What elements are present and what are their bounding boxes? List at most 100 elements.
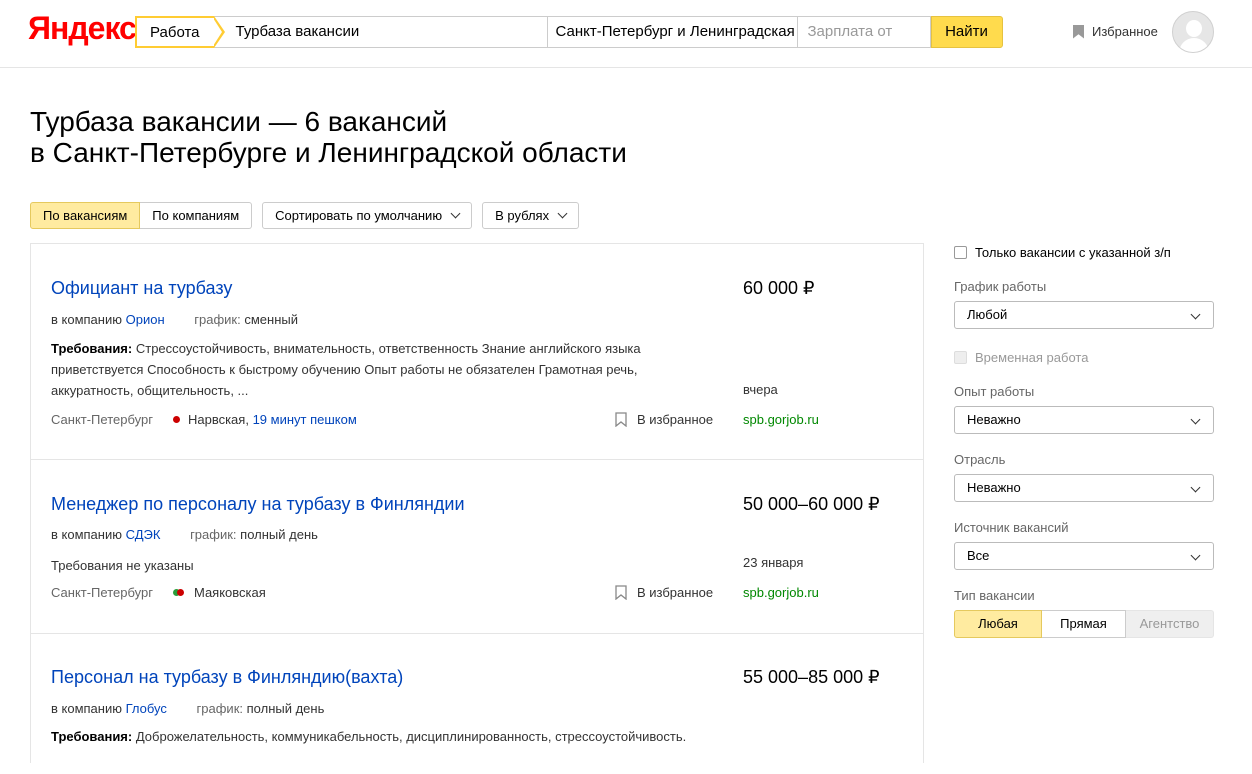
- type-any-button[interactable]: Любая: [954, 610, 1042, 638]
- add-to-favorites-label: В избранное: [637, 412, 714, 427]
- vacancy-card: Менеджер по персоналу на турбазу в Финля…: [31, 460, 923, 634]
- schedule-label: график:: [196, 701, 243, 716]
- sort-dropdown[interactable]: Сортировать по умолчанию: [262, 202, 473, 229]
- salary-only-checkbox[interactable]: [954, 246, 967, 259]
- requirements-text: Стрессоустойчивость, внимательность, отв…: [51, 341, 641, 398]
- source-link[interactable]: spb.gorjob.ru: [743, 412, 819, 427]
- metro-icon: [172, 416, 180, 423]
- type-agency-button[interactable]: Агентство: [1126, 610, 1214, 638]
- add-to-favorites-label: В избранное: [637, 585, 714, 600]
- chevron-down-icon: [1190, 482, 1201, 493]
- experience-select[interactable]: Неважно: [954, 406, 1214, 434]
- metro-transfer-icon: [172, 589, 184, 596]
- chevron-down-icon: [557, 208, 568, 219]
- vacancy-meta: в компанию Орион график: сменный: [51, 312, 298, 327]
- avatar[interactable]: [1172, 11, 1214, 53]
- chevron-down-icon: [1190, 414, 1201, 425]
- avatar-head-icon: [1186, 20, 1202, 37]
- schedule-select-value: Любой: [967, 307, 1008, 322]
- schedule-value: полный день: [240, 527, 318, 542]
- walk-time-link[interactable]: 19 минут пешком: [253, 412, 357, 427]
- metro-name: Маяковская: [193, 585, 266, 600]
- region-input[interactable]: Санкт-Петербург и Ленинградская: [547, 16, 798, 48]
- vacancy-title-link[interactable]: Персонал на турбазу в Финляндию(вахта): [51, 667, 403, 688]
- company-prefix: в компанию: [51, 312, 122, 327]
- industry-select[interactable]: Неважно: [954, 474, 1214, 502]
- find-button[interactable]: Найти: [930, 16, 1003, 48]
- schedule-value: полный день: [246, 701, 325, 716]
- vacancy-title-link[interactable]: Менеджер по персоналу на турбазу в Финля…: [51, 494, 465, 515]
- temporary-label: Временная работа: [975, 350, 1089, 365]
- source-link[interactable]: spb.gorjob.ru: [743, 585, 819, 600]
- company-link[interactable]: Глобус: [126, 701, 167, 716]
- requirements-label: Требования:: [51, 341, 133, 356]
- schedule-label: график:: [194, 312, 241, 327]
- type-filter-label: Тип вакансии: [954, 588, 1035, 603]
- schedule-select[interactable]: Любой: [954, 301, 1214, 329]
- vacancy-salary: 60 000 ₽: [743, 278, 815, 298]
- bookmark-outline-icon: [615, 585, 627, 600]
- source-filter-label: Источник вакансий: [954, 520, 1069, 535]
- logo-text: Яндекс: [28, 10, 137, 46]
- company-link[interactable]: Орион: [126, 312, 165, 327]
- temporary-filter[interactable]: Временная работа: [954, 350, 1088, 365]
- salary-only-filter[interactable]: Только вакансии с указанной з/п: [954, 245, 1171, 260]
- metro-name: Нарвская,: [187, 412, 249, 427]
- bookmark-outline-icon: [615, 412, 627, 427]
- vacancy-list: Официант на турбазу 60 000 ₽ в компанию …: [30, 243, 924, 763]
- company-link[interactable]: СДЭК: [126, 527, 161, 542]
- avatar-body-icon: [1179, 38, 1209, 52]
- by-companies-button[interactable]: По компаниям: [140, 202, 253, 229]
- chevron-down-icon: [450, 208, 461, 219]
- vacancy-meta: в компанию Глобус график: полный день: [51, 701, 324, 716]
- view-switch: По вакансиям По компаниям: [30, 202, 253, 229]
- source-select-value: Все: [967, 548, 990, 563]
- page-title-line2: в Санкт-Петербурге и Ленинградской облас…: [30, 137, 627, 168]
- yandex-logo[interactable]: Яндекс: [28, 10, 137, 47]
- list-controls: По вакансиям По компаниям Сортировать по…: [30, 202, 580, 229]
- by-vacancies-button[interactable]: По вакансиям: [30, 202, 141, 229]
- currency-dropdown[interactable]: В рублях: [482, 202, 580, 229]
- page-title-line1: Турбаза вакансии — 6 вакансий: [30, 106, 448, 137]
- chevron-down-icon: [1190, 309, 1201, 320]
- bookmark-icon: [1073, 24, 1084, 39]
- industry-filter-label: Отрасль: [954, 452, 1006, 467]
- vacancy-title-link[interactable]: Официант на турбазу: [51, 278, 232, 299]
- metro-station: Нарвская, 19 минут пешком: [172, 412, 357, 427]
- temporary-checkbox[interactable]: [954, 351, 967, 364]
- add-to-favorites-button[interactable]: В избранное: [615, 585, 713, 600]
- favorites-link[interactable]: Избранное: [1073, 24, 1158, 39]
- type-direct-button[interactable]: Прямая: [1042, 610, 1126, 638]
- search-bar: Работа Турбаза вакансии Санкт-Петербург …: [135, 16, 1003, 48]
- city: Санкт-Петербург: [51, 585, 153, 600]
- currency-label: В рублях: [495, 208, 550, 223]
- requirements-label: Требования:: [51, 729, 133, 744]
- search-service-tag[interactable]: Работа: [135, 16, 224, 48]
- company-prefix: в компанию: [51, 701, 122, 716]
- favorites-label: Избранное: [1092, 24, 1158, 39]
- add-to-favorites-button[interactable]: В избранное: [615, 412, 713, 427]
- vacancy-requirements: Требования: Стрессоустойчивость, внимате…: [51, 338, 651, 401]
- page-title: Турбаза вакансии — 6 вакансий в Санкт-Пе…: [30, 106, 627, 168]
- chevron-down-icon: [1190, 550, 1201, 561]
- search-input[interactable]: Турбаза вакансии: [213, 16, 548, 48]
- vacancy-location: Санкт-Петербург Нарвская, 19 минут пешко…: [51, 412, 357, 427]
- schedule-label: график:: [190, 527, 237, 542]
- vacancy-location: Санкт-Петербург Маяковская: [51, 585, 266, 600]
- header: Яндекс Работа Турбаза вакансии Санкт-Пет…: [0, 0, 1252, 68]
- source-select[interactable]: Все: [954, 542, 1214, 570]
- vacancy-salary: 55 000–85 000 ₽: [743, 667, 880, 687]
- vacancy-date: вчера: [743, 382, 778, 397]
- vacancy-card: Официант на турбазу 60 000 ₽ в компанию …: [31, 244, 923, 460]
- experience-filter-label: Опыт работы: [954, 384, 1035, 399]
- requirements-text: Доброжелательность, коммуникабельность, …: [135, 729, 687, 744]
- vacancy-salary: 50 000–60 000 ₽: [743, 494, 880, 514]
- city: Санкт-Петербург: [51, 412, 153, 427]
- vacancy-requirements: Требования: Доброжелательность, коммуник…: [51, 726, 731, 747]
- metro-station: Маяковская: [172, 585, 266, 600]
- vacancy-card: Персонал на турбазу в Финляндию(вахта) 5…: [31, 634, 923, 774]
- vacancy-requirements: Требования не указаны: [51, 558, 194, 573]
- company-prefix: в компанию: [51, 527, 122, 542]
- salary-input[interactable]: Зарплата от: [797, 16, 931, 48]
- experience-select-value: Неважно: [967, 412, 1021, 427]
